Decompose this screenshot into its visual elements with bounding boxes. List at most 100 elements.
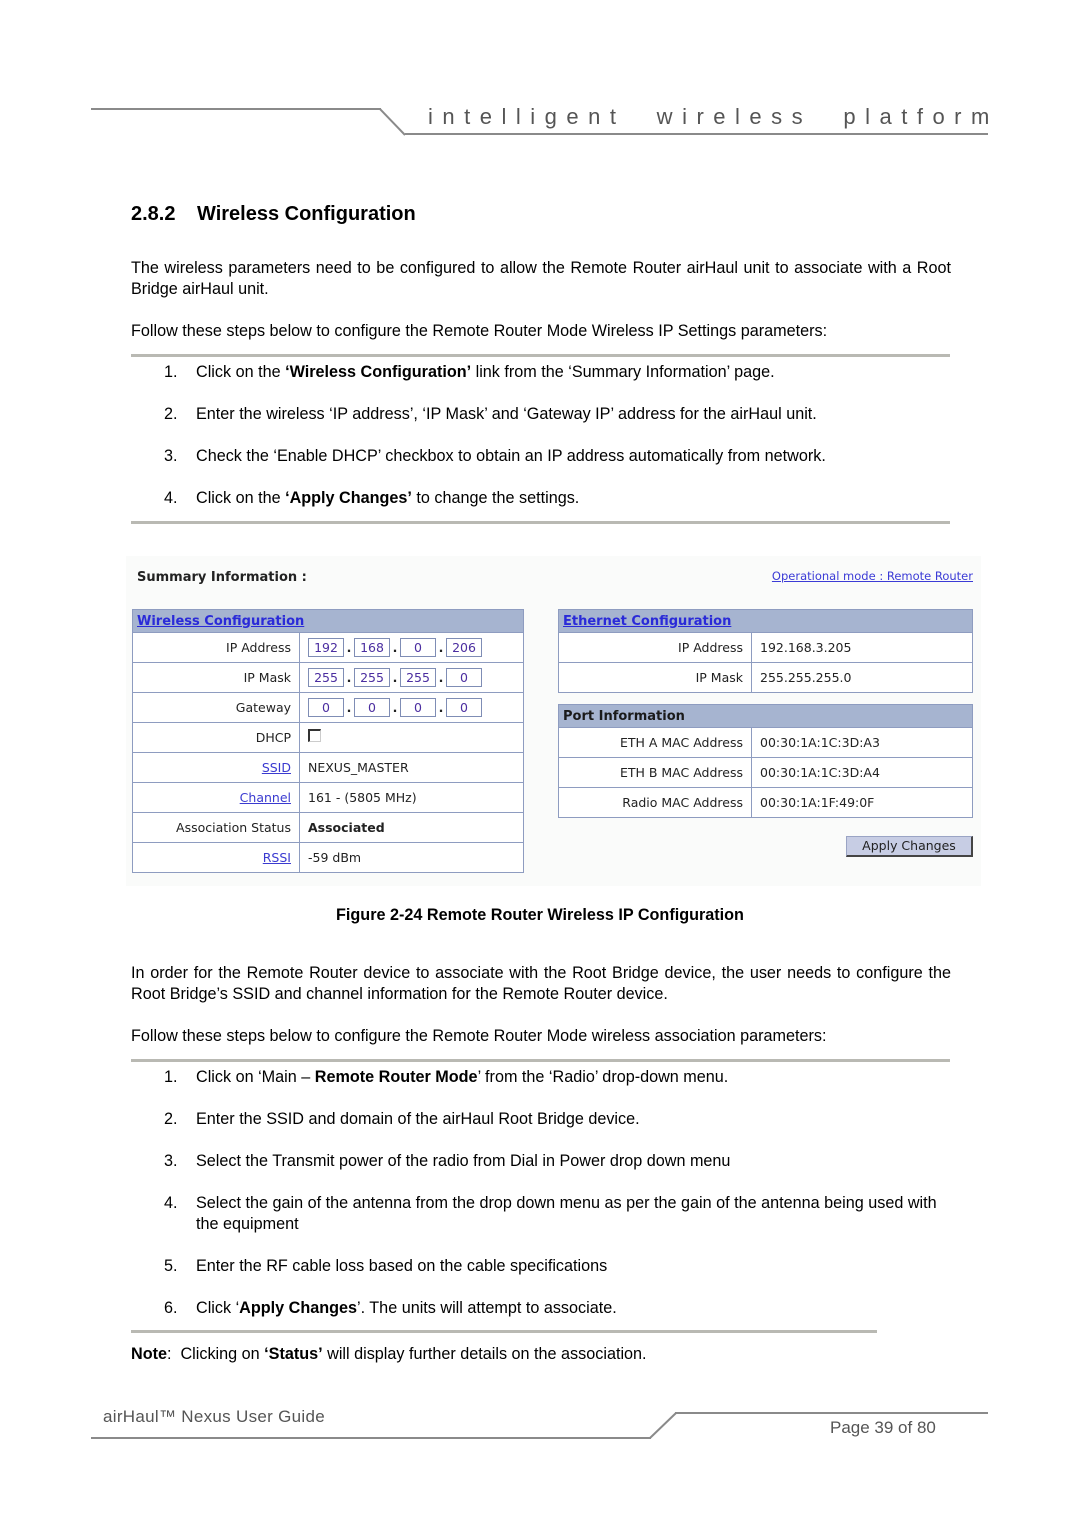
table-row: IP Mask 255.255.255.0 — [558, 662, 973, 693]
step-item: 6. Click ‘Apply Changes’. The units will … — [131, 1298, 951, 1319]
step-number: 4. — [164, 489, 178, 507]
association-status-label: Association Status — [132, 812, 300, 843]
steps-2-bottom-rule — [131, 1330, 877, 1333]
step-bold: ‘Wireless Configuration’ — [285, 363, 472, 381]
step-item: 4. Click on the ‘Apply Changes’ to change… — [131, 488, 951, 509]
eth-ip-address-value: 192.168.3.205 — [751, 632, 973, 663]
ssid-value: NEXUS_MASTER — [299, 752, 524, 783]
channel-link[interactable]: Channel — [240, 790, 291, 805]
step-number: 1. — [164, 363, 178, 381]
header-rule-slant — [379, 108, 406, 136]
association-status-value: Associated — [299, 812, 524, 843]
gateway-octet-input[interactable]: 0 — [308, 698, 344, 717]
step-text: Click on the — [196, 489, 286, 507]
step-item: 3. Select the Transmit power of the radio… — [131, 1151, 951, 1172]
steps-list-1: 1. Click on the ‘Wireless Configuration’ … — [131, 362, 951, 530]
step-item: 5. Enter the RF cable loss based on the c… — [131, 1256, 951, 1277]
mask-octet-input[interactable]: 255 — [400, 668, 436, 687]
steps-list-2: 1. Click on ‘Main – Remote Router Mode’ f… — [131, 1067, 951, 1340]
step-text: Check the ‘Enable DHCP’ checkbox to obta… — [196, 447, 826, 465]
ethernet-config-table: Ethernet Configuration IP Address 192.16… — [558, 609, 973, 693]
figure-caption: Figure 2-24 Remote Router Wireless IP Co… — [336, 906, 744, 924]
steps-1-bottom-rule — [131, 521, 950, 524]
ip-octet-input[interactable]: 206 — [446, 638, 482, 657]
wireless-config-table: Wireless Configuration IP Address 192. 16… — [132, 609, 524, 873]
ethernet-config-link[interactable]: Ethernet Configuration — [563, 614, 731, 629]
ssid-link[interactable]: SSID — [262, 760, 291, 775]
apply-changes-button[interactable]: Apply Changes — [846, 836, 973, 857]
gateway-octet-input[interactable]: 0 — [354, 698, 390, 717]
step-number: 2. — [164, 405, 178, 423]
intro-paragraph: The wireless parameters need to be confi… — [131, 259, 951, 298]
footer-rule-left — [91, 1437, 651, 1439]
table-row: SSID NEXUS_MASTER — [132, 752, 524, 783]
table-row: ETH B MAC Address 00:30:1A:1C:3D:A4 — [558, 757, 973, 788]
table-row: RSSI -59 dBm — [132, 842, 524, 873]
summary-title: Summary Information : — [137, 570, 307, 585]
eth-ip-mask-value: 255.255.255.0 — [751, 662, 973, 693]
wireless-config-header: Wireless Configuration — [132, 609, 524, 633]
port-information-table: Port Information ETH A MAC Address 00:30… — [558, 704, 973, 818]
summary-information-screenshot: Summary Information : Operational mode :… — [126, 556, 981, 886]
gateway-octet-input[interactable]: 0 — [446, 698, 482, 717]
mask-octet-input[interactable]: 0 — [446, 668, 482, 687]
step-text: Select the Transmit power of the radio f… — [196, 1152, 731, 1170]
step-number: 3. — [164, 1152, 178, 1170]
mac-value: 00:30:1A:1F:49:0F — [751, 787, 973, 818]
table-row: IP Address 192.168.3.205 — [558, 632, 973, 663]
step-text: Click on the — [196, 363, 286, 381]
gateway-field: 0.0.0.0 — [299, 692, 524, 723]
step-text: Enter the RF cable loss based on the cab… — [196, 1257, 608, 1275]
step-number: 1. — [164, 1068, 178, 1086]
table-row: ETH A MAC Address 00:30:1A:1C:3D:A3 — [558, 727, 973, 758]
mac-value: 00:30:1A:1C:3D:A3 — [751, 727, 973, 758]
step-bold: Apply Changes — [239, 1299, 357, 1317]
eth-ip-mask-label: IP Mask — [558, 662, 752, 693]
mac-label: Radio MAC Address — [558, 787, 752, 818]
ip-octet-input[interactable]: 192 — [308, 638, 344, 657]
operational-mode-link[interactable]: Operational mode : Remote Router — [772, 569, 973, 583]
step-number: 3. — [164, 447, 178, 465]
channel-value: 161 - (5805 MHz) — [299, 782, 524, 813]
table-row: Gateway 0.0.0.0 — [132, 692, 524, 723]
table-row: Channel 161 - (5805 MHz) — [132, 782, 524, 813]
mac-label: ETH A MAC Address — [558, 727, 752, 758]
step-text: Enter the wireless ‘IP address’, ‘IP Mas… — [196, 405, 817, 423]
mask-octet-input[interactable]: 255 — [354, 668, 390, 687]
step-number: 4. — [164, 1194, 178, 1212]
dhcp-checkbox[interactable] — [308, 729, 321, 742]
step-item: 1. Click on the ‘Wireless Configuration’ … — [131, 362, 951, 383]
step-bold: Remote Router Mode — [314, 1068, 478, 1086]
rssi-value: -59 dBm — [299, 842, 524, 873]
step-item: 3. Check the ‘Enable DHCP’ checkbox to ob… — [131, 446, 951, 467]
footer-rule-slant — [649, 1412, 677, 1439]
header-tagline: intelligent wireless platform — [428, 104, 999, 129]
ip-mask-label: IP Mask — [132, 662, 300, 693]
step-item: 1. Click on ‘Main – Remote Router Mode’ f… — [131, 1067, 951, 1088]
step-text: Select the gain of the antenna from the … — [196, 1194, 937, 1233]
step-bold: ‘Apply Changes’ — [285, 489, 412, 507]
wireless-config-link[interactable]: Wireless Configuration — [137, 614, 304, 629]
association-paragraph: In order for the Remote Router device to… — [131, 964, 951, 1003]
table-row: Association Status Associated — [132, 812, 524, 843]
header-rule-left — [91, 108, 381, 110]
ip-octet-input[interactable]: 168 — [354, 638, 390, 657]
step-number: 6. — [164, 1299, 178, 1317]
step-item: 2. Enter the SSID and domain of the airHa… — [131, 1109, 951, 1130]
mask-octet-input[interactable]: 255 — [308, 668, 344, 687]
ip-octet-input[interactable]: 0 — [400, 638, 436, 657]
step-text: link from the ‘Summary Information’ page… — [471, 363, 775, 381]
rssi-link[interactable]: RSSI — [263, 850, 291, 865]
port-information-header: Port Information — [558, 704, 973, 728]
step-item: 4. Select the gain of the antenna from th… — [131, 1193, 951, 1235]
table-row: DHCP — [132, 722, 524, 753]
step-item: 2. Enter the wireless ‘IP address’, ‘IP M… — [131, 404, 951, 425]
page-number: Page 39 of 80 — [830, 1418, 936, 1437]
step-number: 2. — [164, 1110, 178, 1128]
steps-1-top-rule — [131, 354, 950, 357]
note-text: will display further details on the asso… — [322, 1345, 647, 1363]
ip-address-field: 192. 168. 0. 206 — [299, 632, 524, 663]
gateway-octet-input[interactable]: 0 — [400, 698, 436, 717]
step-number: 5. — [164, 1257, 178, 1275]
ip-mask-field: 255. 255. 255. 0 — [299, 662, 524, 693]
